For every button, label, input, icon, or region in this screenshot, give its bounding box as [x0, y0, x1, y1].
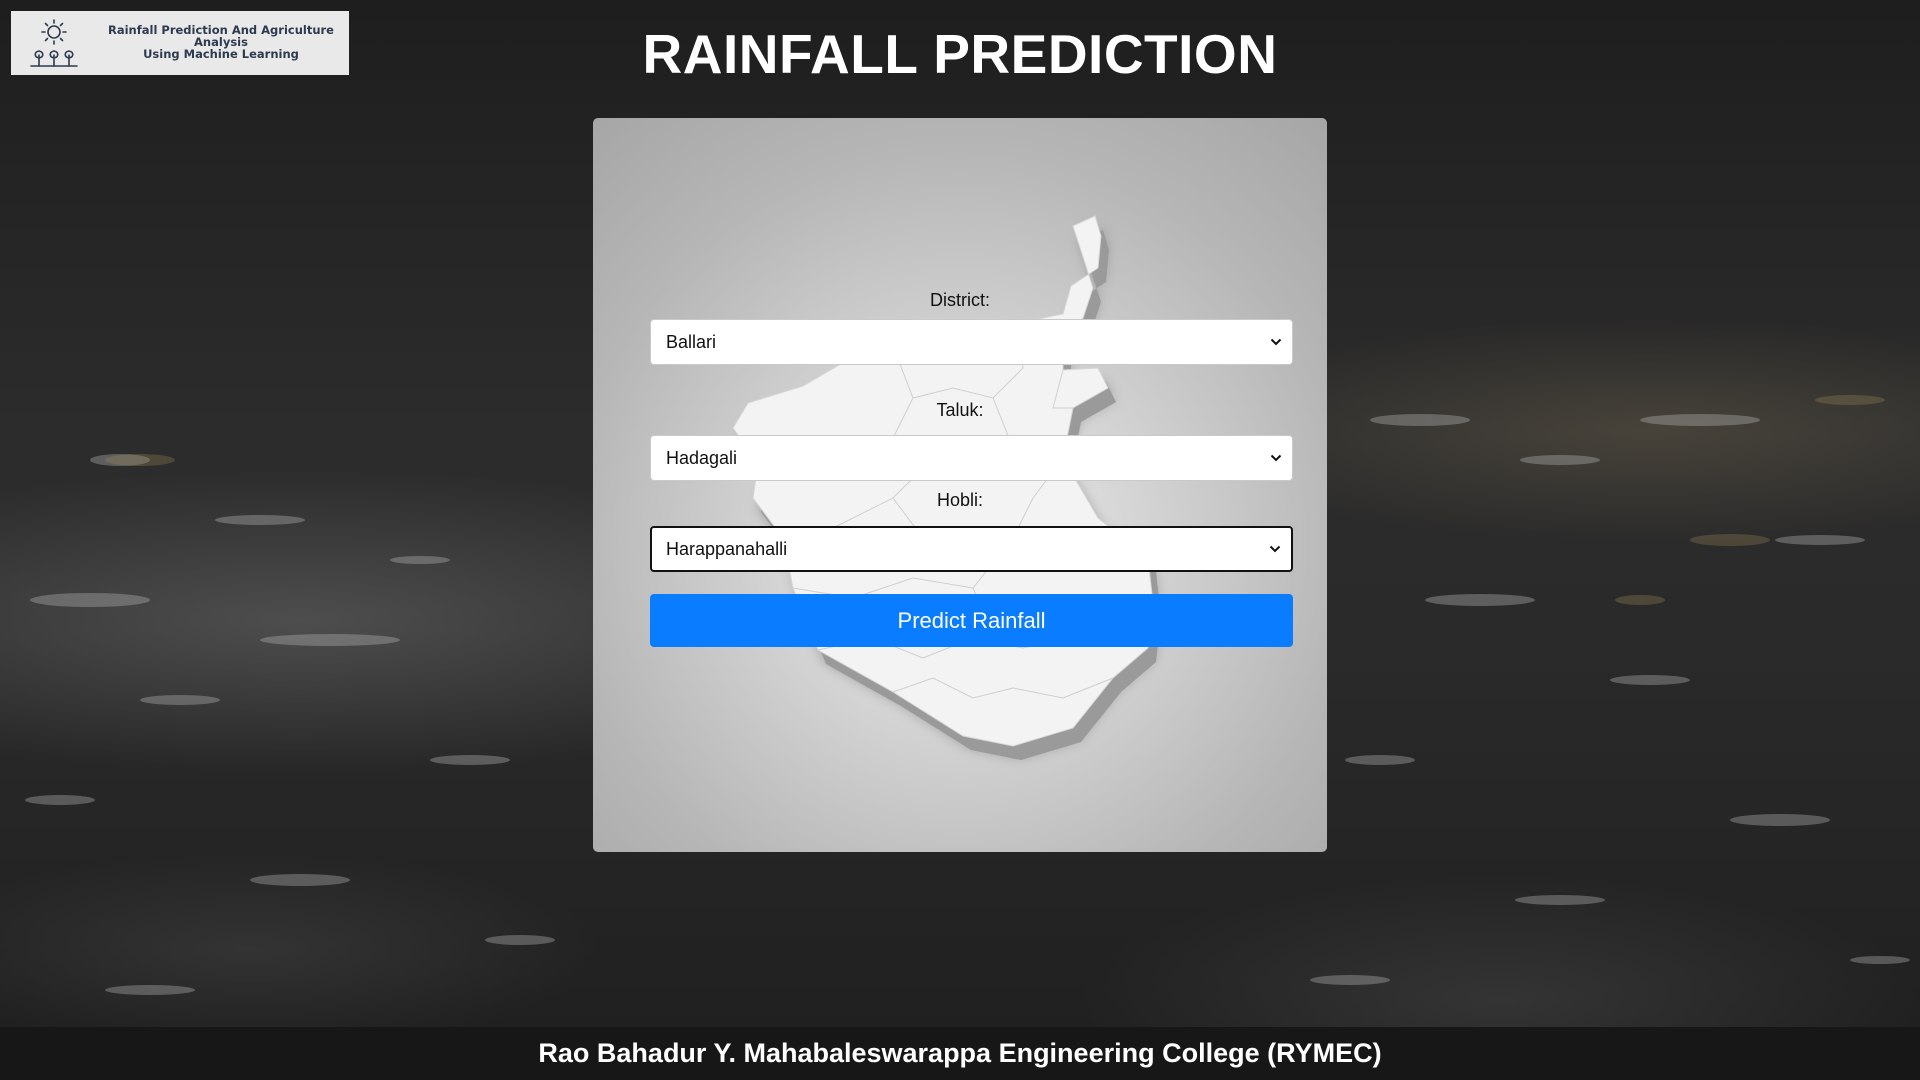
prediction-form-card: District: Ballari Taluk: Hadagali Hobli:… — [593, 118, 1327, 852]
karnataka-map-illustration — [732, 215, 1161, 760]
district-selected-value: Ballari — [666, 331, 717, 352]
footer: Rao Bahadur Y. Mahabaleswarappa Engineer… — [0, 1027, 1920, 1080]
taluk-selected-value: Hadagali — [666, 447, 738, 468]
district-label: District: — [930, 290, 990, 310]
hobli-select[interactable]: Harappanahalli — [650, 526, 1293, 572]
chevron-down-icon — [1269, 545, 1281, 553]
district-select[interactable]: Ballari — [650, 319, 1293, 365]
taluk-label: Taluk: — [936, 400, 984, 420]
page-title: RAINFALL PREDICTION — [642, 23, 1278, 85]
chevron-down-icon — [1270, 454, 1282, 462]
hobli-selected-value: Harappanahalli — [666, 538, 788, 559]
page: Rainfall Prediction And Agriculture Anal… — [0, 0, 1920, 1080]
chevron-down-icon — [1270, 338, 1282, 346]
taluk-select[interactable]: Hadagali — [650, 435, 1293, 481]
hobli-label: Hobli: — [936, 490, 984, 510]
footer-college-name: Rao Bahadur Y. Mahabaleswarappa Engineer… — [538, 1038, 1382, 1068]
predict-rainfall-button[interactable]: Predict Rainfall — [650, 594, 1293, 647]
